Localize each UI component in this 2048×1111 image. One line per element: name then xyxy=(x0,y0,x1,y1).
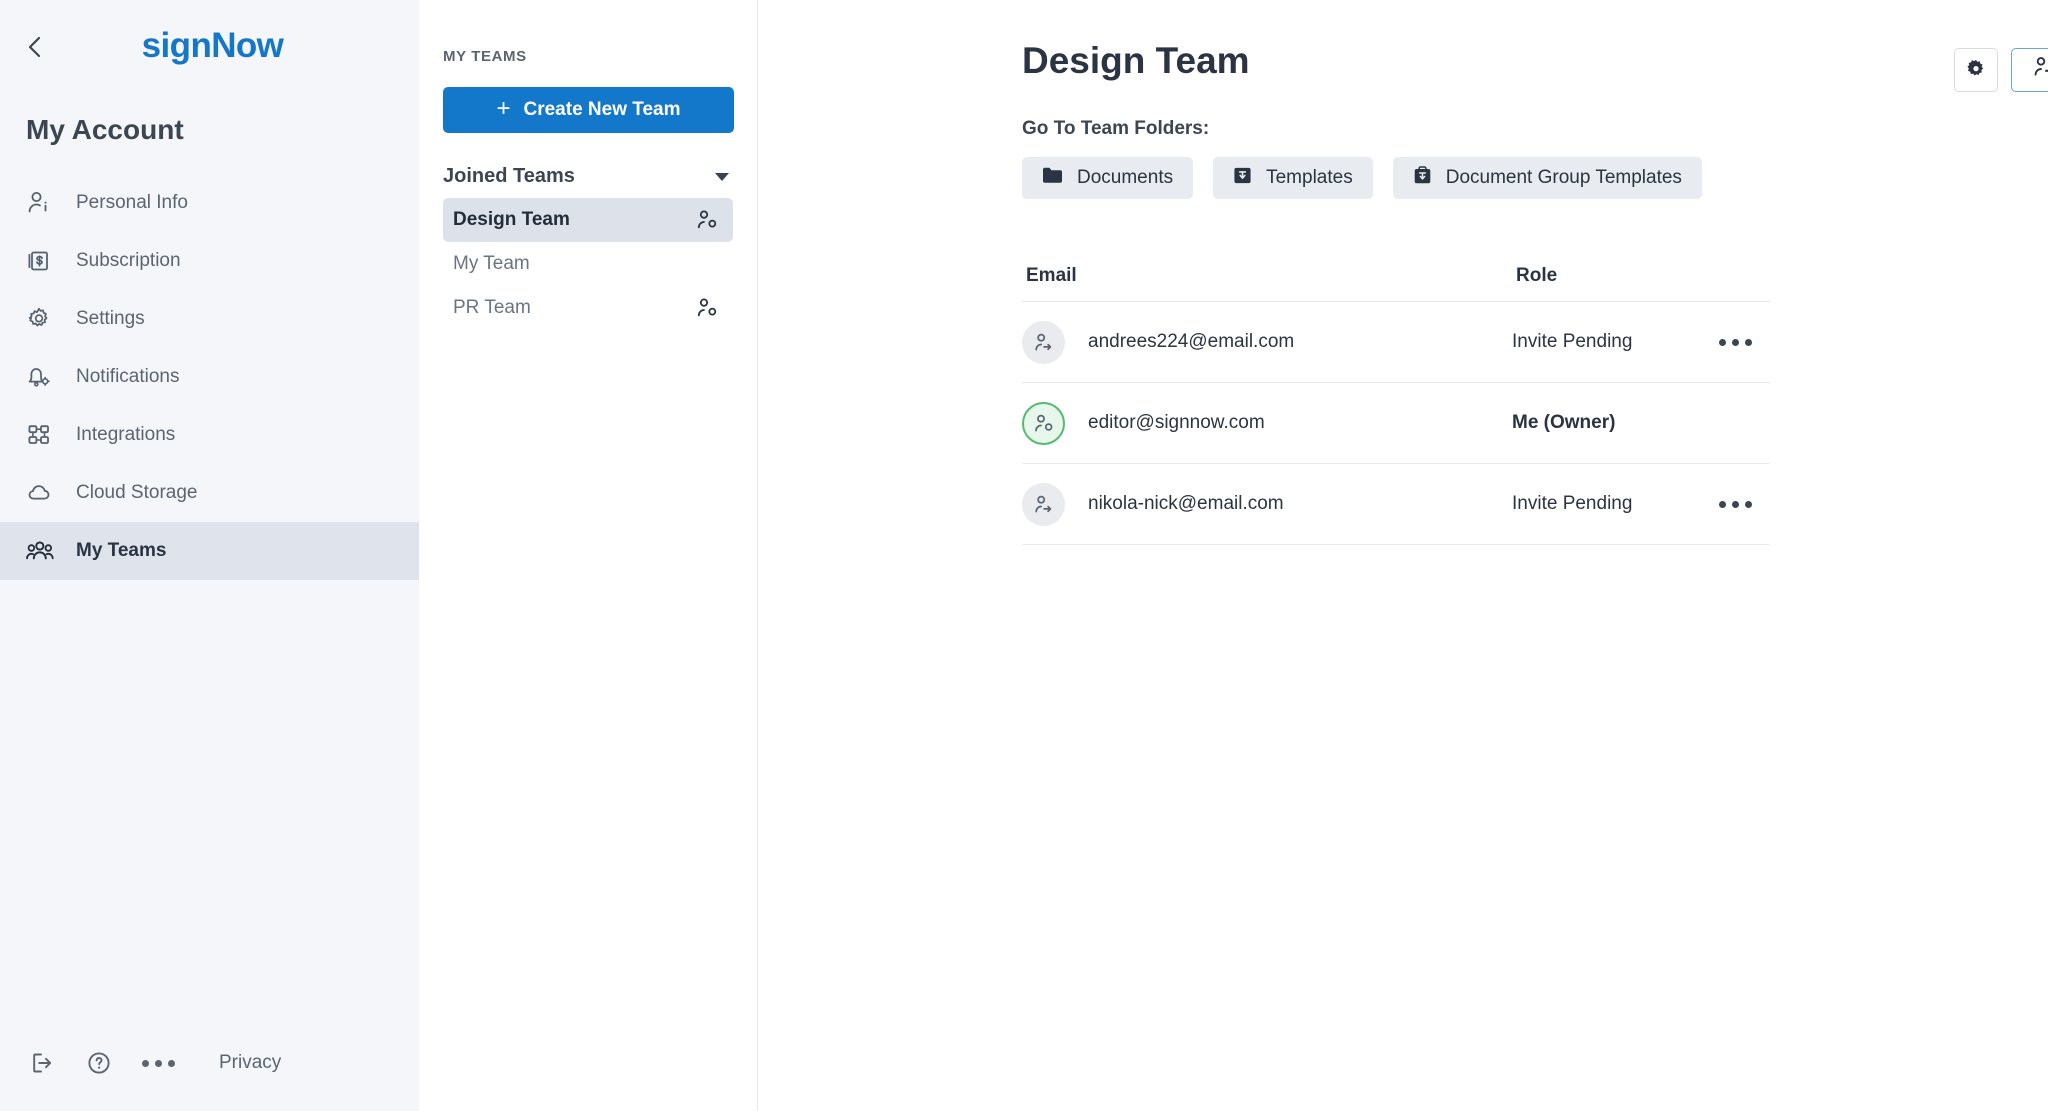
team-name: Design Team xyxy=(453,209,570,231)
gear-icon xyxy=(26,304,60,334)
documents-folder-button[interactable]: Documents xyxy=(1022,157,1193,199)
team-name: My Team xyxy=(453,253,530,275)
sidebar-item-label: Notifications xyxy=(76,366,180,388)
column-header-email: Email xyxy=(1026,265,1516,287)
folder-group-template-icon xyxy=(1413,166,1432,191)
privacy-link[interactable]: Privacy xyxy=(219,1052,281,1074)
page-title: Design Team xyxy=(1022,40,1250,83)
signnow-logo[interactable]: signNow xyxy=(0,26,419,66)
gear-icon xyxy=(1965,58,1987,83)
left-sidebar: signNow My Account Personal Info xyxy=(0,0,419,1111)
sidebar-item-label: Cloud Storage xyxy=(76,482,197,504)
team-name: PR Team xyxy=(453,297,531,319)
plus-icon: + xyxy=(496,97,510,121)
document-group-templates-folder-button[interactable]: Document Group Templates xyxy=(1393,157,1702,199)
sidebar-item-label: Settings xyxy=(76,308,145,330)
go-to-team-folders-label: Go To Team Folders: xyxy=(1022,118,2048,140)
user-owner-icon xyxy=(1022,402,1065,445)
bell-gear-icon xyxy=(26,362,60,392)
folder-label: Templates xyxy=(1266,167,1353,189)
team-owner-badge-icon xyxy=(695,296,719,320)
sidebar-item-notifications[interactable]: Notifications xyxy=(0,348,419,406)
sidebar-footer: Privacy xyxy=(0,1015,419,1111)
team-list-item-my-team[interactable]: My Team xyxy=(443,242,733,286)
team-folders-row: Documents Templates xyxy=(1022,157,2048,199)
table-row[interactable]: editor@signnow.com Me (Owner) xyxy=(1022,383,1770,464)
column-header-role: Role xyxy=(1516,265,1557,287)
folder-icon xyxy=(1042,166,1063,191)
app-root: signNow My Account Personal Info xyxy=(0,0,2048,1111)
user-pending-icon xyxy=(1022,483,1065,526)
cloud-icon xyxy=(26,478,60,508)
chevron-left-icon[interactable] xyxy=(22,34,48,60)
page-header: Design Team xyxy=(1022,40,2048,92)
table-row[interactable]: nikola-nick@email.com Invite Pending xyxy=(1022,464,1770,545)
team-list-item-design-team[interactable]: Design Team xyxy=(443,198,733,242)
member-email: andrees224@email.com xyxy=(1088,331,1294,353)
joined-teams-label: Joined Teams xyxy=(443,165,575,188)
sidebar-section-title: My Account xyxy=(26,114,419,146)
more-horizontal-icon[interactable] xyxy=(1719,339,1752,346)
main-content: Design Team xyxy=(758,0,2048,1111)
cell-email: andrees224@email.com xyxy=(1022,321,1512,364)
sidebar-item-label: Subscription xyxy=(76,250,181,272)
team-list: Design Team My Team PR Team xyxy=(443,198,733,330)
sidebar-item-label: Integrations xyxy=(76,424,175,446)
member-role: Invite Pending xyxy=(1512,493,1712,515)
user-pending-icon xyxy=(1022,321,1065,364)
table-row[interactable]: andrees224@email.com Invite Pending xyxy=(1022,302,1770,383)
logout-icon[interactable] xyxy=(30,1050,56,1076)
caret-down-icon xyxy=(715,173,729,181)
sidebar-item-subscription[interactable]: Subscription xyxy=(0,232,419,290)
sidebar-item-label: My Teams xyxy=(76,540,166,562)
team-settings-button[interactable] xyxy=(1954,48,1998,92)
member-role: Me (Owner) xyxy=(1512,412,1712,434)
teams-panel-label: MY TEAMS xyxy=(443,48,733,65)
cell-email: editor@signnow.com xyxy=(1022,402,1512,445)
more-horizontal-icon[interactable] xyxy=(1719,501,1752,508)
folder-template-icon xyxy=(1233,166,1252,191)
row-actions xyxy=(1712,339,1770,346)
member-email: nikola-nick@email.com xyxy=(1088,493,1284,515)
teams-panel: MY TEAMS + Create New Team Joined Teams … xyxy=(419,0,758,1111)
create-new-team-button[interactable]: + Create New Team xyxy=(443,87,734,133)
sidebar-nav: Personal Info Subscription xyxy=(0,174,419,580)
folder-label: Documents xyxy=(1077,167,1173,189)
teams-group-icon xyxy=(26,536,60,566)
team-members-table: Email Role andrees224@email.com xyxy=(1022,265,1770,545)
create-new-team-label: Create New Team xyxy=(524,99,681,121)
cell-email: nikola-nick@email.com xyxy=(1022,483,1512,526)
sidebar-item-my-teams[interactable]: My Teams xyxy=(0,522,419,580)
sidebar-item-label: Personal Info xyxy=(76,192,188,214)
sidebar-item-settings[interactable]: Settings xyxy=(0,290,419,348)
table-header-row: Email Role xyxy=(1022,265,1770,302)
sidebar-header: signNow xyxy=(0,0,419,92)
joined-teams-group-toggle[interactable]: Joined Teams xyxy=(443,165,733,188)
sidebar-item-cloud-storage[interactable]: Cloud Storage xyxy=(0,464,419,522)
team-list-item-pr-team[interactable]: PR Team xyxy=(443,286,733,330)
templates-folder-button[interactable]: Templates xyxy=(1213,157,1373,199)
sidebar-item-integrations[interactable]: Integrations xyxy=(0,406,419,464)
more-horizontal-icon[interactable] xyxy=(142,1060,175,1067)
row-actions xyxy=(1712,501,1770,508)
header-actions: Invite User to Team xyxy=(1954,40,2048,92)
member-email: editor@signnow.com xyxy=(1088,412,1265,434)
sidebar-item-personal-info[interactable]: Personal Info xyxy=(0,174,419,232)
team-owner-badge-icon xyxy=(695,208,719,232)
user-info-icon xyxy=(26,188,60,218)
user-plus-icon xyxy=(2032,55,2048,85)
billing-icon xyxy=(26,246,60,276)
invite-user-to-team-button[interactable]: Invite User to Team xyxy=(2011,48,2048,92)
folder-label: Document Group Templates xyxy=(1446,167,1682,189)
help-circle-icon[interactable] xyxy=(86,1050,112,1076)
member-role: Invite Pending xyxy=(1512,331,1712,353)
integrations-grid-icon xyxy=(26,420,60,450)
